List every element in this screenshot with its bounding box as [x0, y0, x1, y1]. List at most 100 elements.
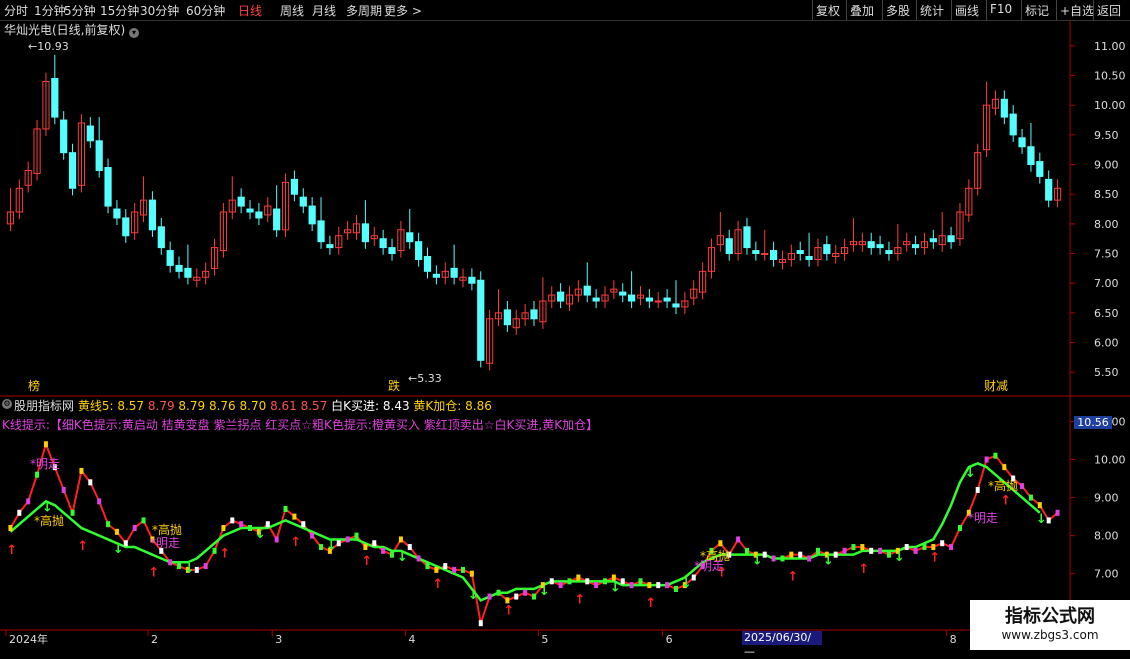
indicator-bar	[922, 544, 927, 551]
indicator-bar	[168, 559, 173, 566]
toolbar-separator	[1056, 0, 1057, 20]
period-tab-0[interactable]: 分时	[4, 2, 28, 19]
indicator-bar	[345, 536, 350, 543]
tool-button-3[interactable]: 统计	[920, 2, 944, 19]
tool-button-6[interactable]: 标记	[1025, 2, 1049, 19]
indicator-bar	[931, 544, 936, 551]
watermark-title: 指标公式网	[1005, 606, 1095, 627]
indicator-value-8: 黄K加仓: 8.86	[409, 399, 492, 413]
tool-button-8[interactable]: 返回	[1097, 2, 1121, 19]
indicator-bar	[97, 498, 102, 505]
candle-body	[619, 291, 627, 296]
indicator-bar	[789, 551, 794, 558]
candle-body	[237, 196, 245, 207]
price-box: 10.56	[1074, 416, 1112, 429]
period-tab-3[interactable]: 15分钟	[100, 2, 139, 19]
period-tab-6[interactable]: 日线	[238, 2, 262, 19]
indicator-bar	[815, 547, 820, 554]
tool-button-5[interactable]: F10	[990, 2, 1012, 16]
signal-arrow: ↓	[894, 550, 905, 565]
indicator-bar	[878, 547, 883, 554]
candle-body	[308, 205, 316, 225]
indicator-bar	[141, 517, 146, 524]
indicator-signal-label: *高抛	[152, 522, 182, 537]
candle-body	[672, 303, 680, 308]
indicator-bar	[425, 563, 430, 570]
settings-icon[interactable]: ⚙	[2, 399, 12, 409]
indicator-bar	[478, 620, 483, 627]
tool-button-4[interactable]: 画线	[955, 2, 979, 19]
tool-button-0[interactable]: 复权	[816, 2, 840, 19]
candle-body	[406, 232, 414, 243]
signal-arrow: ↑	[361, 554, 372, 569]
toolbar-separator	[1021, 0, 1022, 20]
indicator-bar	[762, 551, 767, 558]
candle-body	[592, 297, 600, 302]
period-tab-5[interactable]: 60分钟	[186, 2, 225, 19]
candle-body	[805, 256, 813, 260]
candle-body	[477, 279, 485, 361]
candlestick-chart: 11.00 10.50 10.00 9.50 9.00 8.50 8.00 7.50 7.00 6…	[0, 20, 1130, 650]
indicator-bar	[629, 582, 634, 589]
low-price-label: ←5.33	[408, 372, 442, 385]
signal-arrow: ↓	[965, 466, 976, 481]
high-price-label: ←10.93	[28, 40, 69, 53]
candle-body	[823, 244, 831, 255]
indicator-bar	[310, 532, 315, 539]
indicator-bar	[1055, 509, 1060, 516]
candle-body	[432, 273, 440, 278]
indicator-value-5: 8.61	[266, 399, 297, 413]
kline-hint: K线提示:【细K色提示:黄启动 桔黄变盘 紫兰拐点 红买点☆粗K色提示:橙黄买入…	[2, 418, 599, 432]
indicator-bar	[744, 547, 749, 554]
period-tab-1[interactable]: 1分钟	[34, 2, 66, 19]
signal-arrow: ↓	[326, 538, 337, 553]
indicator-bar	[558, 582, 563, 589]
toolbar-separator	[846, 0, 847, 20]
toolbar-separator	[951, 0, 952, 20]
indicator-bar	[807, 555, 812, 562]
indicator-value-3: 8.76	[205, 399, 236, 413]
signal-arrow: ↑	[787, 569, 798, 584]
indicator-bar	[576, 574, 581, 581]
indicator-bar	[372, 540, 377, 547]
indicator-tick-label: 10.00	[1094, 453, 1126, 466]
indicator-bar	[70, 509, 75, 516]
tool-button-7[interactable]: +自选	[1060, 2, 1094, 19]
date-cursor-label: 2025/06/30/—	[742, 631, 822, 658]
period-tab-4[interactable]: 30分钟	[140, 2, 179, 19]
candle-body	[423, 256, 432, 272]
candle-body	[122, 217, 130, 237]
candle-body	[148, 199, 157, 231]
period-tab-9[interactable]: 多周期	[346, 2, 382, 19]
signal-arrow: ↑	[645, 596, 656, 611]
indicator-bar	[798, 551, 803, 558]
event-label: 财减	[984, 379, 1008, 393]
period-tab-2[interactable]: 5分钟	[64, 2, 96, 19]
tool-button-1[interactable]: 叠加	[850, 2, 874, 19]
price-tick-label: 7.00	[1094, 277, 1119, 290]
indicator-value-6: 8.57	[296, 399, 328, 413]
indicator-bar	[43, 441, 48, 448]
indicator-bar	[265, 521, 270, 528]
toolbar-separator	[986, 0, 987, 20]
signal-arrow: ↑	[6, 543, 17, 558]
price-tick-label: 6.00	[1094, 337, 1119, 350]
tool-button-2[interactable]: 多股	[886, 2, 910, 19]
indicator-bar	[656, 582, 661, 589]
period-tab-7[interactable]: 周线	[280, 2, 304, 19]
indicator-bar	[469, 570, 474, 577]
indicator-bar	[443, 563, 448, 570]
signal-arrow: ↓	[610, 580, 621, 595]
indicator-bar	[79, 467, 84, 474]
indicator-bar	[771, 555, 776, 562]
indicator-bar	[452, 566, 457, 573]
indicator-bar	[602, 578, 607, 585]
candle-body	[867, 241, 875, 249]
time-tick-label: 3	[275, 633, 282, 646]
period-tab-10[interactable]: 更多 >	[384, 2, 422, 19]
candle-body	[166, 250, 174, 266]
signal-arrow: ↑	[148, 566, 159, 581]
period-tab-8[interactable]: 月线	[312, 2, 336, 19]
signal-arrow: ↑	[574, 592, 585, 607]
event-label: 跌	[388, 378, 400, 393]
